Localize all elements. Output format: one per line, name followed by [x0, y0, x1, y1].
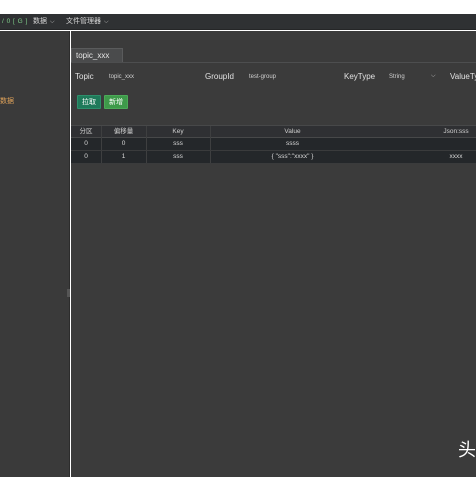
cell-value: ssss: [286, 140, 299, 147]
menu-file-manager[interactable]: 文件管理器 ⌵: [66, 14, 109, 30]
sidebar-resize-handle[interactable]: [67, 289, 70, 297]
column-divider: [210, 151, 211, 163]
chevron-down-icon: ⌵: [104, 19, 109, 25]
pull-button[interactable]: 拉取: [77, 95, 101, 109]
tab-divider: [71, 62, 476, 63]
tab-topic-label: topic_xxx: [76, 51, 110, 60]
cell-offset: 1: [121, 153, 126, 160]
groupid-input[interactable]: test-group: [249, 74, 276, 80]
app-window: / 0 [ G ] 数据 ⌵ 文件管理器 ⌵ 数据 topic_xxx Topi…: [0, 0, 476, 477]
topic-input[interactable]: topic_xxx: [109, 74, 134, 80]
tab-topic[interactable]: topic_xxx: [71, 48, 123, 62]
cell-offset: 0: [121, 140, 126, 147]
column-divider: [146, 138, 147, 150]
column-divider: [210, 138, 211, 150]
groupid-label: GroupId: [205, 72, 234, 81]
column-divider: [101, 151, 102, 163]
menu-file-manager-label: 文件管理器: [66, 18, 101, 25]
table-row[interactable]: 0 1 sss { "sss":"xxxx" } xxxx: [71, 151, 476, 164]
column-header: Key: [172, 128, 184, 135]
column-divider: [210, 126, 211, 138]
add-button[interactable]: 新增: [104, 95, 128, 109]
app-logo: / 0 [ G ]: [2, 18, 28, 25]
column-divider: [146, 151, 147, 163]
cell-value: { "sss":"xxxx" }: [271, 153, 314, 160]
cell-json: xxxx: [449, 153, 463, 160]
menu-data[interactable]: 数据 ⌵: [33, 14, 55, 30]
valuetype-label: ValueTy: [450, 72, 476, 81]
column-header: 分区: [79, 128, 93, 135]
cell-partition: 0: [84, 140, 88, 147]
watermark-char: 头: [458, 440, 476, 461]
table-header: 分区 偏移量 Key Value Json:sss: [71, 125, 476, 138]
column-header: Json:sss: [443, 128, 469, 135]
main-panel: topic_xxx Topic topic_xxx GroupId test-g…: [71, 31, 476, 477]
message-table: 分区 偏移量 Key Value Json:sss 0 0 sss ssss 0…: [71, 125, 476, 164]
keytype-label: KeyType: [344, 72, 376, 81]
chevron-down-icon: ⌵: [50, 19, 55, 25]
cell-json: [431, 138, 476, 150]
column-divider: [146, 126, 147, 138]
chevron-down-icon[interactable]: ⌵: [431, 73, 436, 80]
table-row[interactable]: 0 0 sss ssss: [71, 138, 476, 151]
cell-key: sss: [173, 140, 183, 147]
top-menu-bar: / 0 [ G ] 数据 ⌵ 文件管理器 ⌵: [0, 14, 476, 30]
column-divider: [101, 126, 102, 138]
column-header: 偏移量: [113, 128, 134, 135]
topic-label: Topic: [75, 72, 94, 81]
sidebar: 数据: [0, 31, 70, 477]
cell-key: sss: [173, 153, 183, 160]
menu-data-label: 数据: [33, 18, 47, 25]
column-header: Value: [284, 128, 301, 135]
sidebar-item-data[interactable]: 数据: [0, 96, 14, 106]
keytype-select[interactable]: String: [389, 74, 405, 80]
cell-partition: 0: [84, 153, 88, 160]
column-divider: [101, 138, 102, 150]
